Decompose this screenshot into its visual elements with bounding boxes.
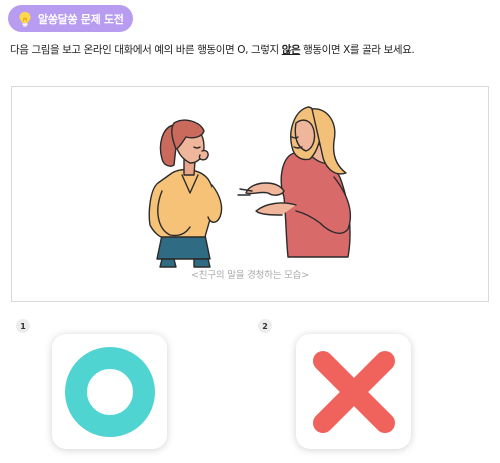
challenge-badge: 알쏭달쏭 문제 도전 xyxy=(8,5,133,32)
badge-label: 알쏭달쏭 문제 도전 xyxy=(38,12,124,26)
circle-o-icon xyxy=(64,346,155,437)
instruction-emphasis: 않은 xyxy=(281,44,301,56)
choice-number-2: 2 xyxy=(258,319,272,333)
cross-x-icon xyxy=(312,350,395,433)
illustration-caption: <친구의 말을 경청하는 모습> xyxy=(191,270,309,281)
instruction-text-end: 행동이면 X를 골라 보세요. xyxy=(300,44,415,56)
illustration-box: <친구의 말을 경청하는 모습> xyxy=(11,86,489,302)
lightbulb-icon xyxy=(19,11,31,26)
question-instruction: 다음 그림을 보고 온라인 대화에서 예의 바른 행동이면 O, 그렇지 않은 … xyxy=(10,42,495,57)
choice-number-1: 1 xyxy=(16,319,30,333)
instruction-text: 다음 그림을 보고 온라인 대화에서 예의 바른 행동이면 O, 그렇지 xyxy=(10,44,282,56)
answer-x-button[interactable] xyxy=(296,334,411,449)
answer-o-button[interactable] xyxy=(52,334,167,449)
